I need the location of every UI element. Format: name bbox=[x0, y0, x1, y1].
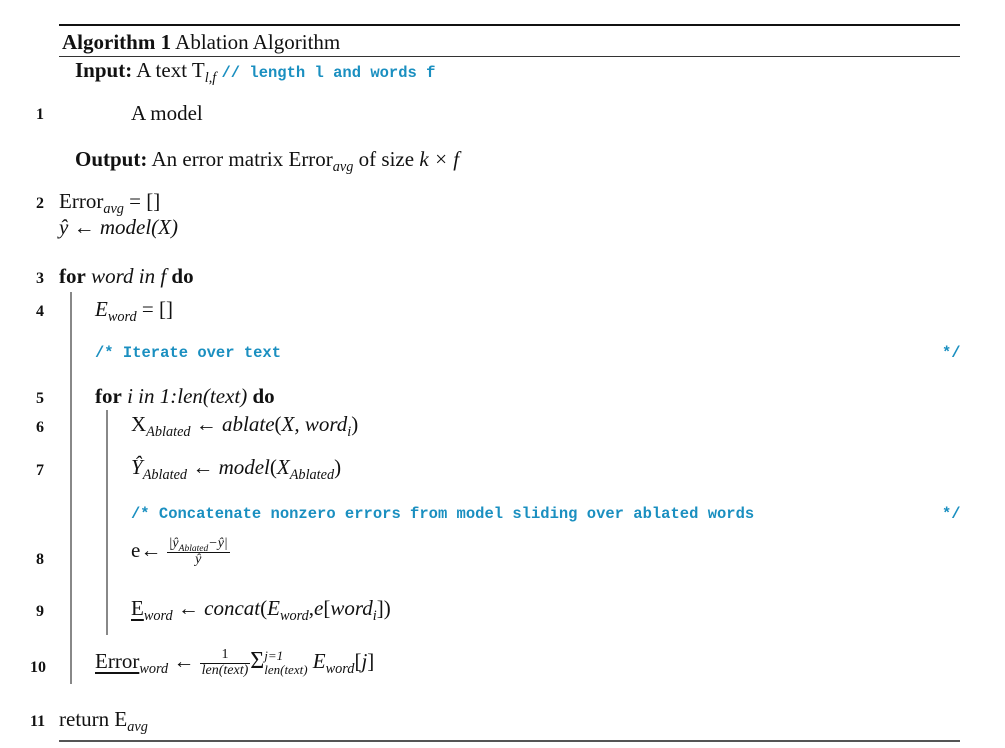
algorithm-caption: Algorithm 1 Ablation Algorithm bbox=[62, 30, 340, 55]
output-label: Output: bbox=[75, 147, 148, 171]
line-6-ablate: XAblated ← ablate(X, wordi) bbox=[131, 412, 359, 441]
line-number: 3 bbox=[36, 270, 44, 287]
line-number: 9 bbox=[36, 603, 44, 620]
output-text: An error matrix Error bbox=[151, 147, 333, 171]
relative-error-fraction: |ŷAblated−ŷ| ŷ bbox=[166, 536, 230, 567]
line-number: 7 bbox=[36, 462, 44, 479]
caption-label: Algorithm 1 bbox=[62, 30, 172, 54]
line-number: 4 bbox=[36, 303, 44, 320]
outer-loop-bar bbox=[70, 292, 72, 684]
line-number: 6 bbox=[36, 419, 44, 436]
top-rule bbox=[59, 24, 960, 26]
input-comment: // length l and words f bbox=[221, 64, 436, 82]
line-number: 1 bbox=[36, 106, 44, 123]
line-9-concat: Eword ← concat(Eword,e[wordi]) bbox=[131, 596, 391, 625]
line-11-return: return Eavg bbox=[59, 707, 148, 736]
line-number: 10 bbox=[30, 659, 46, 676]
line-2-init: Erroravg = [] bbox=[59, 189, 161, 218]
line-number: 8 bbox=[36, 551, 44, 568]
input-subscript: l,f bbox=[204, 70, 217, 87]
caption-rule bbox=[59, 56, 960, 57]
line-7-model: ŶAblated ← model(XAblated) bbox=[131, 455, 342, 484]
line-8-error: e← |ŷAblated−ŷ| ŷ bbox=[131, 536, 230, 567]
line-number: 11 bbox=[30, 713, 46, 730]
bottom-rule bbox=[59, 740, 960, 742]
line-5-for-loop: for i in 1:len(text) do bbox=[95, 384, 275, 408]
line-number: 5 bbox=[36, 390, 44, 407]
inner-loop-bar bbox=[106, 410, 108, 635]
line-10-average: Errorword ← 1 len(text) Σj=1 len(text) Ewor… bbox=[95, 647, 375, 678]
caption-title: Ablation Algorithm bbox=[175, 30, 341, 54]
comment-end: */ bbox=[942, 505, 961, 523]
input-label: Input: bbox=[75, 58, 133, 82]
line-number: 2 bbox=[36, 195, 44, 212]
comment-iterate: /* Iterate over text bbox=[95, 344, 282, 362]
output-size: k × f bbox=[419, 147, 460, 171]
input-text: A text T bbox=[136, 58, 205, 82]
output-line: Output: An error matrix Erroravg of size… bbox=[75, 147, 460, 176]
input-continuation: A model bbox=[131, 101, 203, 125]
line-4-init: Eword = [] bbox=[95, 297, 173, 326]
input-line: Input: A text Tl,f // length l and words… bbox=[75, 58, 436, 87]
line-2-predict: ŷ ← model(X) bbox=[59, 215, 178, 239]
comment-end: */ bbox=[942, 344, 961, 362]
comment-concatenate: /* Concatenate nonzero errors from model… bbox=[131, 505, 755, 523]
line-3-for-loop: for word in f do bbox=[59, 264, 194, 288]
mean-fraction: 1 len(text) bbox=[199, 647, 251, 678]
